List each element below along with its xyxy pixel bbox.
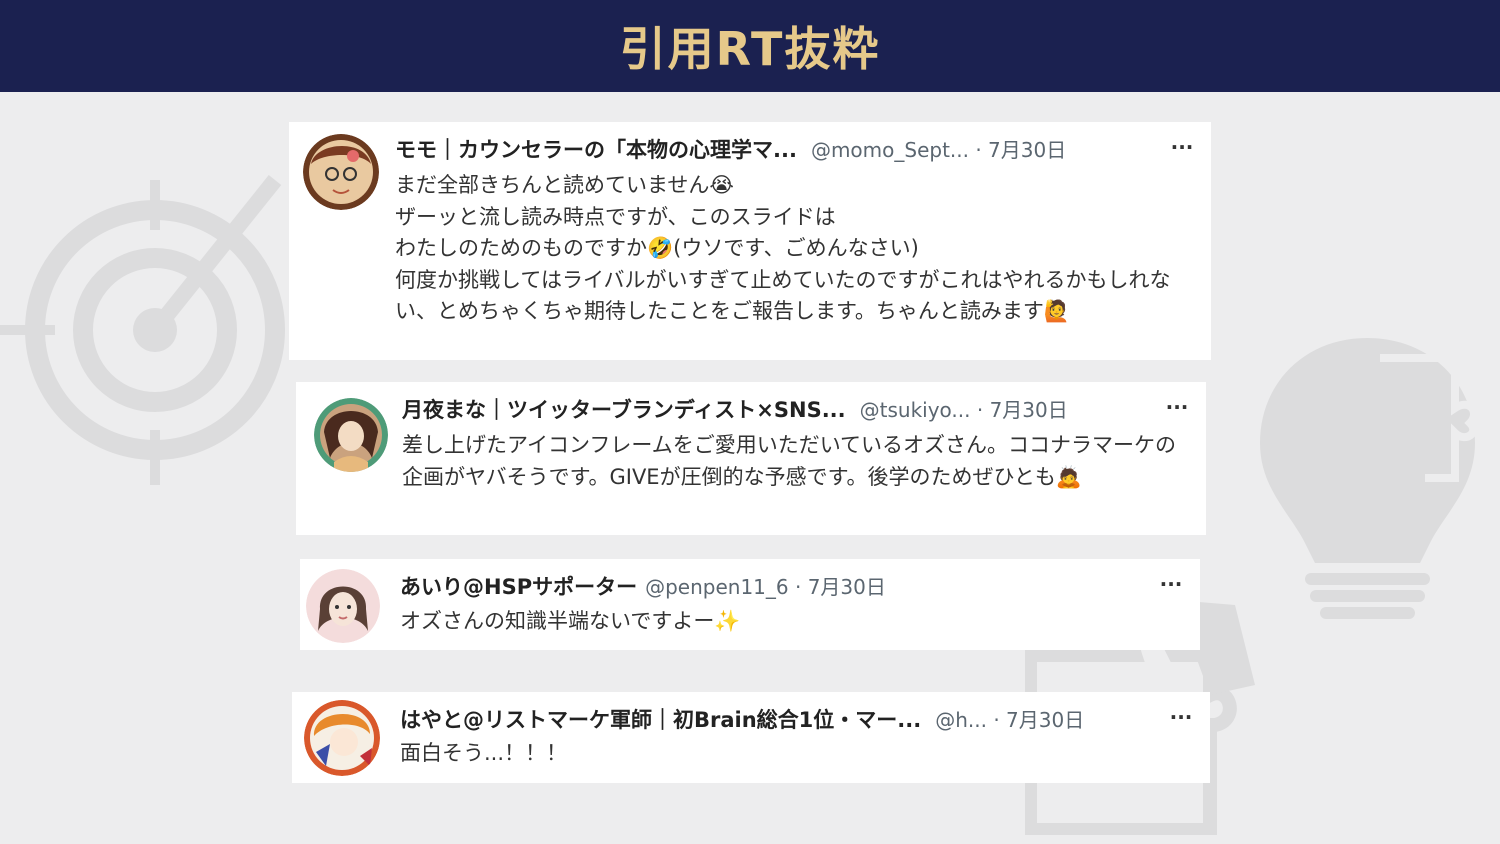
page-title: 引用RT抜粋 [619,22,881,76]
tweet-card[interactable]: モモ｜カウンセラーの「本物の心理学マ... @momo_Sept... · 7月… [289,122,1211,360]
more-options-button[interactable]: ··· [1156,571,1186,597]
handle-date[interactable]: @momo_Sept... · 7月30日 [811,136,1066,164]
target-icon [0,175,285,485]
avatar[interactable] [306,569,380,643]
tweet-card[interactable]: はやと@リストマーケ軍師｜初Brain総合1位・マー... @h... · 7月… [292,692,1210,783]
avatar[interactable] [303,134,379,210]
tweet-text: 差し上げたアイコンフレームをご愛用いただいているオズさん。ココナラマーケの企画が… [402,433,1177,489]
author-name[interactable]: はやと@リストマーケ軍師｜初Brain総合1位・マー... [400,706,921,734]
lightbulb-icon [1260,338,1478,619]
tweet-card[interactable]: あいり@HSPサポーター @penpen11_6 · 7月30日 ··· オズさ… [300,559,1200,650]
tweet-header: はやと@リストマーケ軍師｜初Brain総合1位・マー... @h... · 7月… [400,706,1140,734]
tweet-header: あいり@HSPサポーター @penpen11_6 · 7月30日 [400,573,1130,601]
more-options-button[interactable]: ··· [1162,394,1192,420]
page-header: 引用RT抜粋 [0,0,1500,92]
tweet-text: 面白そう...！！！ [400,741,568,765]
tweet-header: 月夜まな｜ツイッターブランディスト×SNS... @tsukiyo... · 7… [402,396,1136,424]
author-name[interactable]: モモ｜カウンセラーの「本物の心理学マ... [395,136,797,164]
tweet-card[interactable]: 月夜まな｜ツイッターブランディスト×SNS... @tsukiyo... · 7… [296,382,1206,535]
more-options-button[interactable]: ··· [1166,704,1196,730]
handle-date[interactable]: @h... · 7月30日 [935,706,1084,734]
author-name[interactable]: 月夜まな｜ツイッターブランディスト×SNS... [402,396,846,424]
author-name[interactable]: あいり@HSPサポーター [400,573,637,601]
handle-date[interactable]: @tsukiyo... · 7月30日 [860,396,1068,424]
tweet-text: まだ全部きちんと読めていません😭 ザーッと流し読み時点ですが、このスライドは わ… [395,173,1171,323]
handle-date[interactable]: @penpen11_6 · 7月30日 [645,573,886,601]
tweet-header: モモ｜カウンセラーの「本物の心理学マ... @momo_Sept... · 7月… [395,136,1141,164]
avatar[interactable] [314,398,388,472]
avatar[interactable] [304,700,380,776]
tweet-text: オズさんの知識半端ないですよー✨ [400,609,741,633]
more-options-button[interactable]: ··· [1167,134,1197,160]
